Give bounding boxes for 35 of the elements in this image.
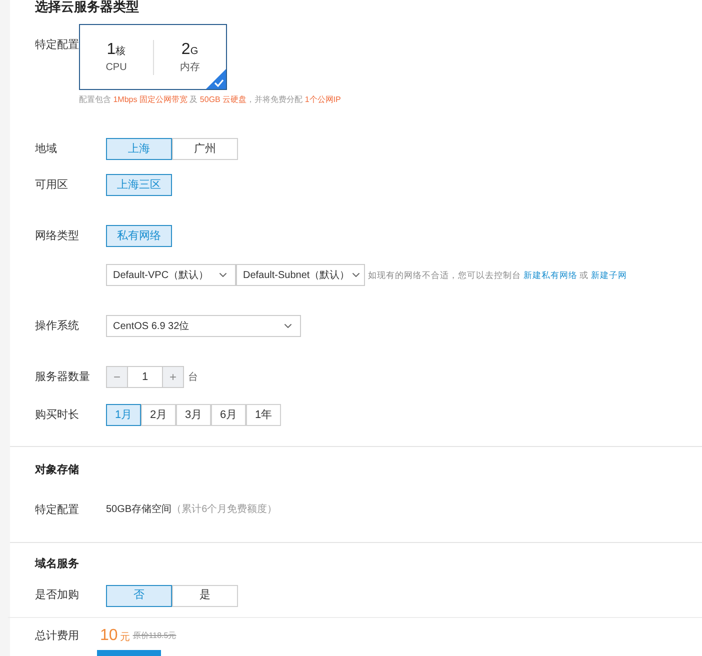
field-label: 地域	[35, 142, 58, 157]
select-field[interactable]: Default-Subnet（默认）	[236, 264, 365, 286]
select-field[interactable]: Default-VPC（默认）	[106, 264, 236, 286]
spec-value: 2G	[181, 40, 198, 60]
config-card[interactable]: 1核 CPU 2G 内存	[79, 24, 227, 90]
spec-label: 内存	[180, 60, 200, 74]
option-button[interactable]: 6月	[211, 404, 246, 426]
field-label: 网络类型	[35, 228, 80, 244]
option-button[interactable]: 3月	[176, 404, 211, 426]
field-label: 服务器数量	[35, 370, 91, 385]
select-field[interactable]: CentOS 6.9 32位	[106, 315, 301, 337]
option-button[interactable]: 1年	[246, 404, 281, 426]
option-button[interactable]: 广州	[172, 138, 238, 160]
spec-label: CPU	[106, 60, 127, 74]
option-button[interactable]: 2月	[141, 404, 176, 426]
field-label: 特定配置	[35, 502, 80, 518]
total-price: 10 元	[100, 626, 130, 646]
config-note: 配置包含 1Mbps 固定公网带宽 及 50GB 云硬盘，并将免费分配 1个公网IP	[79, 94, 341, 106]
unit-label: 台	[188, 370, 198, 384]
section-title: 对象存储	[35, 462, 80, 478]
section-title: 域名服务	[35, 556, 80, 572]
original-price: 原价118.5元	[132, 630, 176, 642]
network-hint: 如现有的网络不合适，您可以去控制台 新建私有网络 或 新建子网	[368, 268, 628, 282]
field-label: 购买时长	[35, 408, 80, 423]
option-button[interactable]: 是	[172, 584, 238, 606]
spec-value: 1核	[106, 40, 126, 60]
create-link[interactable]: 新建私有网络	[523, 270, 578, 280]
field-label: 是否加购	[35, 588, 80, 604]
field-label: 可用区	[35, 178, 69, 193]
field-label: 特定配置	[35, 39, 79, 51]
create-link[interactable]: 新建子网	[591, 270, 628, 280]
field-label: 操作系统	[35, 318, 80, 334]
quantity-field[interactable]: 1	[128, 366, 162, 388]
section-title: 选择云服务器类型	[35, 0, 139, 13]
storage-value: 50GB存储空间（累计6个月免费额度）	[106, 502, 278, 518]
